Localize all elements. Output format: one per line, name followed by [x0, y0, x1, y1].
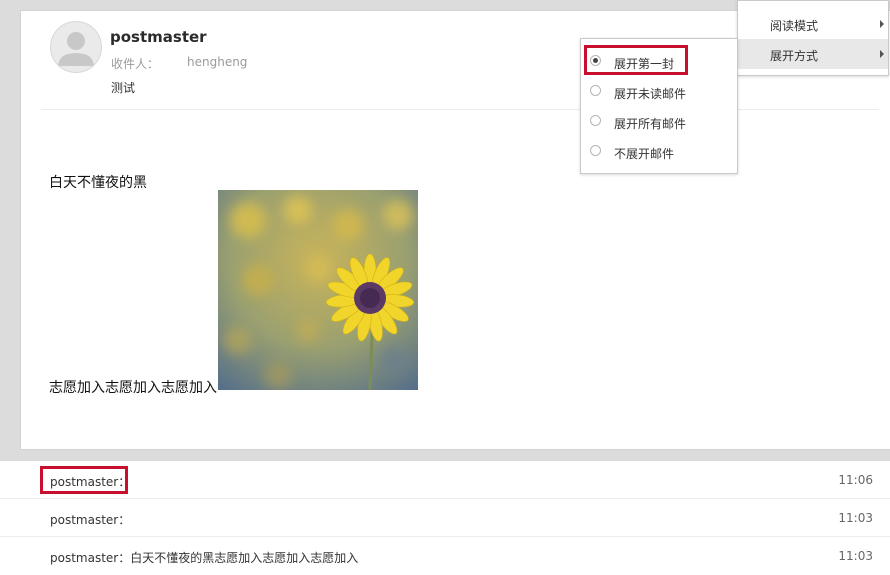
sunflower-picture-icon [218, 190, 418, 390]
menu-item-reading-mode[interactable]: 阅读模式 [738, 9, 888, 39]
thread-row[interactable]: postmaster：白天不懂夜的黑志愿加入志愿加入志愿加入 11:03 [0, 537, 890, 575]
option-label: 不展开邮件 [614, 147, 675, 161]
view-options-menu: 阅读模式 展开方式 [737, 0, 889, 76]
radio-icon [590, 145, 601, 156]
option-no-expand[interactable]: 不展开邮件 [581, 137, 737, 167]
highlight-box [40, 466, 128, 494]
submenu-arrow-icon [880, 20, 884, 28]
thread-sender: postmaster： [50, 513, 131, 527]
thread-row[interactable]: postmaster： 11:06 [0, 461, 890, 499]
menu-item-expand-mode[interactable]: 展开方式 [738, 39, 888, 69]
thread-time: 11:06 [838, 473, 873, 487]
menu-item-label: 阅读模式 [770, 19, 819, 33]
menu-item-label: 展开方式 [770, 49, 819, 63]
conversation-thread-list: postmaster： 11:06 postmaster： 11:03 post… [0, 461, 890, 575]
recipient-label: 收件人： [111, 57, 160, 71]
thread-time: 11:03 [838, 511, 873, 525]
email-reading-pane: postmaster 收件人： hengheng 测试 白天不懂夜的黑 志愿加入… [20, 10, 890, 450]
sender-name[interactable]: postmaster [110, 28, 207, 46]
avatar[interactable] [50, 21, 102, 73]
email-body-text: 白天不懂夜的黑 [49, 175, 147, 191]
email-body-text: 志愿加入志愿加入志愿加入 [49, 380, 217, 396]
option-label: 展开未读邮件 [614, 87, 687, 101]
email-subject: 测试 [111, 81, 136, 95]
header-divider [41, 109, 879, 110]
highlight-box [584, 45, 688, 75]
thread-row[interactable]: postmaster： 11:03 [0, 499, 890, 537]
option-label: 展开所有邮件 [614, 117, 687, 131]
thread-time: 11:03 [838, 549, 873, 563]
sunflower-image [218, 190, 418, 390]
thread-sender: postmaster：白天不懂夜的黑志愿加入志愿加入志愿加入 [50, 551, 359, 565]
option-expand-unread[interactable]: 展开未读邮件 [581, 77, 737, 107]
submenu-arrow-icon [880, 50, 884, 58]
radio-icon [590, 115, 601, 126]
user-avatar-icon [58, 32, 94, 66]
option-expand-all[interactable]: 展开所有邮件 [581, 107, 737, 137]
recipient-name[interactable]: hengheng [187, 55, 247, 69]
radio-icon [590, 85, 601, 96]
